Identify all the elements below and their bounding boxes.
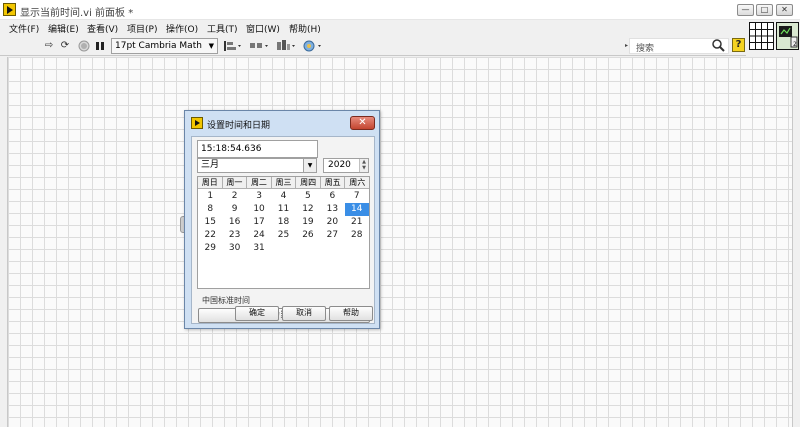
font-selector[interactable]: 17pt Cambria Math ▼ bbox=[111, 38, 218, 54]
weekday-label: 周六 bbox=[345, 177, 370, 189]
calendar-day[interactable]: 2 bbox=[222, 190, 246, 203]
year-stepper[interactable]: 2020 ▲ ▼ bbox=[323, 158, 369, 173]
timezone-label: 中国标准时间 bbox=[202, 296, 250, 305]
time-input[interactable]: 15:18:54.636 bbox=[197, 140, 318, 158]
align-objects-icon[interactable] bbox=[222, 39, 244, 53]
minimize-button[interactable]: — bbox=[737, 4, 754, 16]
menu-edit[interactable]: 编辑(E) bbox=[48, 22, 79, 35]
calendar-day[interactable]: 24 bbox=[247, 229, 271, 242]
run-arrow-icon[interactable]: ⇨ bbox=[43, 40, 55, 52]
calendar-day[interactable]: 23 bbox=[222, 229, 246, 242]
menu-window[interactable]: 窗口(W) bbox=[246, 22, 280, 35]
calendar-day[interactable]: 29 bbox=[198, 242, 222, 255]
calendar-day[interactable]: 14 bbox=[344, 203, 369, 216]
svg-text:2: 2 bbox=[793, 41, 797, 48]
title-bar: 显示当前时间.vi 前面板 * — □ ✕ bbox=[0, 0, 800, 20]
calendar-empty-cell bbox=[296, 242, 320, 255]
menu-operate[interactable]: 操作(O) bbox=[166, 22, 198, 35]
calendar-day[interactable]: 10 bbox=[247, 203, 271, 216]
help-button[interactable]: 帮助 bbox=[329, 306, 373, 321]
run-continuously-icon[interactable]: ⟳ bbox=[59, 40, 71, 52]
calendar-day[interactable]: 18 bbox=[271, 216, 295, 229]
right-margin bbox=[793, 57, 800, 427]
menu-bar: 文件(F) 编辑(E) 查看(V) 项目(P) 操作(O) 工具(T) 窗口(W… bbox=[0, 20, 746, 36]
pause-icon[interactable] bbox=[94, 40, 106, 52]
calendar-day[interactable]: 28 bbox=[345, 229, 369, 242]
restore-button[interactable]: □ bbox=[756, 4, 773, 16]
calendar-day[interactable]: 9 bbox=[222, 203, 246, 216]
reorder-icon[interactable] bbox=[302, 39, 324, 53]
toolbar: ⇨ ⟳ 17pt Cambria Math ▼ ▸ 搜索 bbox=[0, 36, 746, 56]
month-value: 三月 bbox=[201, 160, 220, 170]
weekday-label: 周一 bbox=[222, 177, 248, 189]
dialog-title: 设置时间和日期 bbox=[207, 121, 271, 131]
cancel-button[interactable]: 取消 bbox=[282, 306, 326, 321]
calendar-empty-cell bbox=[271, 242, 295, 255]
front-panel-canvas[interactable] bbox=[7, 57, 793, 427]
set-time-date-dialog: 设置时间和日期 ✕ 15:18:54.636 三月 ▼ 2020 ▲ ▼ 周日 周… bbox=[184, 110, 380, 329]
calendar-day[interactable]: 11 bbox=[271, 203, 295, 216]
window-title: 显示当前时间.vi 前面板 * bbox=[20, 8, 134, 19]
connector-pane-icon[interactable] bbox=[749, 22, 774, 50]
calendar-day[interactable]: 27 bbox=[320, 229, 344, 242]
menu-help[interactable]: 帮助(H) bbox=[289, 22, 321, 35]
weekday-label: 周日 bbox=[198, 177, 223, 189]
calendar-empty-cell bbox=[320, 242, 344, 255]
chevron-down-icon[interactable]: ▼ bbox=[303, 159, 316, 172]
calendar-day[interactable]: 17 bbox=[247, 216, 271, 229]
weekday-header: 周日 周一 周二 周三 周四 周五 周六 bbox=[198, 177, 370, 189]
calendar-day[interactable]: 15 bbox=[198, 216, 222, 229]
calendar-day[interactable]: 12 bbox=[296, 203, 320, 216]
calendar-day[interactable]: 16 bbox=[222, 216, 246, 229]
dialog-body: 15:18:54.636 三月 ▼ 2020 ▲ ▼ 周日 周一 周二 周三 周四… bbox=[191, 136, 375, 324]
calendar-days: 1 2 3 4 5 6 7 8 9 10 11 12 13 14 15 16 17 18 19 20 21 22 23 24 2… bbox=[198, 190, 369, 255]
calendar-day[interactable]: 13 bbox=[320, 203, 344, 216]
menu-project[interactable]: 项目(P) bbox=[127, 22, 157, 35]
menu-view[interactable]: 查看(V) bbox=[87, 22, 118, 35]
calendar-day[interactable]: 6 bbox=[320, 190, 344, 203]
weekday-label: 周五 bbox=[320, 177, 346, 189]
calendar-day[interactable]: 31 bbox=[247, 242, 271, 255]
left-margin bbox=[0, 57, 7, 427]
weekday-label: 周二 bbox=[247, 177, 272, 189]
dialog-close-button[interactable]: ✕ bbox=[350, 116, 375, 130]
font-selector-value: 17pt Cambria Math bbox=[115, 41, 202, 51]
calendar-day[interactable]: 30 bbox=[222, 242, 246, 255]
resize-objects-icon[interactable] bbox=[276, 39, 298, 53]
calendar-day[interactable]: 26 bbox=[296, 229, 320, 242]
calendar-day[interactable]: 4 bbox=[271, 190, 295, 203]
search-icon[interactable] bbox=[711, 38, 725, 52]
vi-icon[interactable]: 2 bbox=[776, 22, 799, 50]
dialog-app-icon bbox=[191, 117, 203, 129]
calendar-day[interactable]: 20 bbox=[320, 216, 344, 229]
search-placeholder: 搜索 bbox=[636, 44, 655, 54]
close-window-button[interactable]: ✕ bbox=[776, 4, 793, 16]
year-value: 2020 bbox=[328, 160, 351, 170]
calendar-day[interactable]: 25 bbox=[271, 229, 295, 242]
chevron-down-icon: ▼ bbox=[208, 42, 214, 50]
weekday-label: 周三 bbox=[271, 177, 297, 189]
distribute-objects-icon[interactable] bbox=[249, 39, 271, 53]
calendar-day[interactable]: 8 bbox=[198, 203, 222, 216]
calendar-day[interactable]: 3 bbox=[247, 190, 271, 203]
context-help-icon[interactable]: ? bbox=[732, 38, 745, 52]
ok-button[interactable]: 确定 bbox=[235, 306, 279, 321]
calendar-day[interactable]: 5 bbox=[296, 190, 320, 203]
month-select[interactable]: 三月 ▼ bbox=[197, 158, 317, 173]
calendar-day[interactable]: 21 bbox=[345, 216, 369, 229]
abort-icon[interactable] bbox=[78, 40, 90, 52]
weekday-label: 周四 bbox=[296, 177, 321, 189]
calendar-empty-cell bbox=[345, 242, 369, 255]
labview-app-icon bbox=[3, 3, 16, 16]
menu-file[interactable]: 文件(F) bbox=[9, 22, 39, 35]
calendar-day[interactable]: 7 bbox=[345, 190, 369, 203]
calendar-day[interactable]: 1 bbox=[198, 190, 222, 203]
calendar: 周日 周一 周二 周三 周四 周五 周六 1 2 3 4 5 6 7 8 9 10 11 12 13 14… bbox=[197, 176, 370, 289]
spin-arrows-icon[interactable]: ▲ ▼ bbox=[359, 159, 368, 172]
calendar-day[interactable]: 19 bbox=[296, 216, 320, 229]
search-bullet-icon: ▸ bbox=[625, 42, 629, 49]
calendar-day[interactable]: 22 bbox=[198, 229, 222, 242]
menu-tools[interactable]: 工具(T) bbox=[207, 22, 238, 35]
